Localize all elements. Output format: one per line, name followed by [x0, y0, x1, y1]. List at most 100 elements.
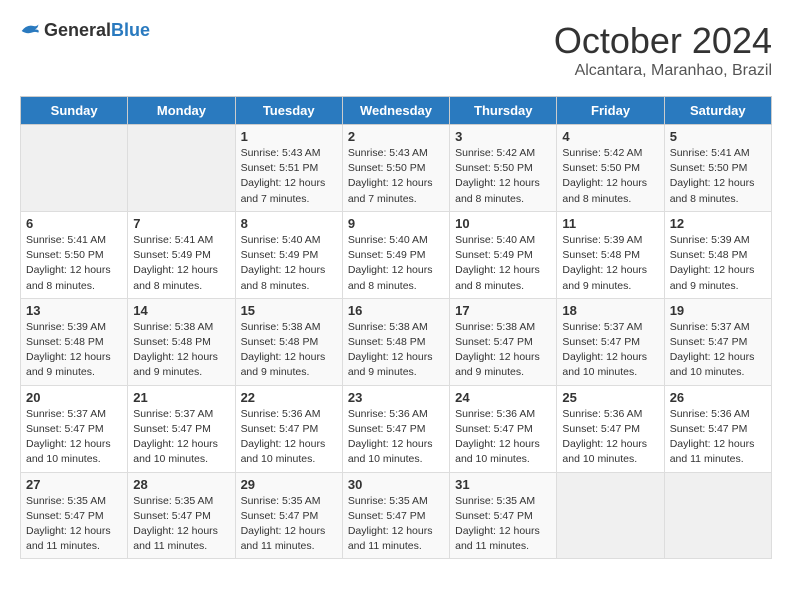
month-title: October 2024: [554, 20, 772, 62]
cell-content: Sunrise: 5:39 AMSunset: 5:48 PMDaylight:…: [670, 233, 766, 294]
cell-content: Sunrise: 5:35 AMSunset: 5:47 PMDaylight:…: [26, 494, 122, 555]
cell-content: Sunrise: 5:38 AMSunset: 5:48 PMDaylight:…: [241, 320, 337, 381]
cell-content: Sunrise: 5:36 AMSunset: 5:47 PMDaylight:…: [670, 407, 766, 468]
day-number: 29: [241, 477, 337, 492]
header-wednesday: Wednesday: [342, 97, 449, 125]
header-thursday: Thursday: [450, 97, 557, 125]
calendar-cell: 22 Sunrise: 5:36 AMSunset: 5:47 PMDayligh…: [235, 385, 342, 472]
day-number: 2: [348, 129, 444, 144]
cell-content: Sunrise: 5:37 AMSunset: 5:47 PMDaylight:…: [133, 407, 229, 468]
day-number: 30: [348, 477, 444, 492]
calendar-cell: 4 Sunrise: 5:42 AMSunset: 5:50 PMDaylight…: [557, 125, 664, 212]
calendar-cell: 7 Sunrise: 5:41 AMSunset: 5:49 PMDaylight…: [128, 211, 235, 298]
cell-content: Sunrise: 5:40 AMSunset: 5:49 PMDaylight:…: [348, 233, 444, 294]
calendar-cell: 18Sunrise: 5:37 AMSunset: 5:47 PMDayligh…: [557, 298, 664, 385]
calendar-cell: 19 Sunrise: 5:37 AMSunset: 5:47 PMDayligh…: [664, 298, 771, 385]
cell-content: Sunrise: 5:37 AMSunset: 5:47 PMDaylight:…: [562, 320, 658, 381]
calendar-cell: 15 Sunrise: 5:38 AMSunset: 5:48 PMDayligh…: [235, 298, 342, 385]
cell-content: Sunrise: 5:42 AMSunset: 5:50 PMDaylight:…: [562, 146, 658, 207]
day-number: 8: [241, 216, 337, 231]
calendar-cell: 10 Sunrise: 5:40 AMSunset: 5:49 PMDayligh…: [450, 211, 557, 298]
cell-content: Sunrise: 5:38 AMSunset: 5:48 PMDaylight:…: [133, 320, 229, 381]
calendar-cell: 14Sunrise: 5:38 AMSunset: 5:48 PMDayligh…: [128, 298, 235, 385]
calendar-cell: 12 Sunrise: 5:39 AMSunset: 5:48 PMDayligh…: [664, 211, 771, 298]
day-number: 5: [670, 129, 766, 144]
calendar-cell: 11 Sunrise: 5:39 AMSunset: 5:48 PMDayligh…: [557, 211, 664, 298]
week-row-3: 13Sunrise: 5:39 AMSunset: 5:48 PMDayligh…: [21, 298, 772, 385]
cell-content: Sunrise: 5:35 AMSunset: 5:47 PMDaylight:…: [133, 494, 229, 555]
cell-content: Sunrise: 5:37 AMSunset: 5:47 PMDaylight:…: [670, 320, 766, 381]
calendar-cell: 20Sunrise: 5:37 AMSunset: 5:47 PMDayligh…: [21, 385, 128, 472]
logo-general: General: [44, 20, 111, 40]
calendar-cell: 31Sunrise: 5:35 AMSunset: 5:47 PMDayligh…: [450, 472, 557, 559]
cell-content: Sunrise: 5:35 AMSunset: 5:47 PMDaylight:…: [348, 494, 444, 555]
header-friday: Friday: [557, 97, 664, 125]
day-number: 7: [133, 216, 229, 231]
location-title: Alcantara, Maranhao, Brazil: [554, 62, 772, 80]
day-number: 11: [562, 216, 658, 231]
calendar-cell: 9 Sunrise: 5:40 AMSunset: 5:49 PMDaylight…: [342, 211, 449, 298]
calendar-cell: 2Sunrise: 5:43 AMSunset: 5:50 PMDaylight…: [342, 125, 449, 212]
day-number: 12: [670, 216, 766, 231]
cell-content: Sunrise: 5:39 AMSunset: 5:48 PMDaylight:…: [562, 233, 658, 294]
page-header: GeneralBlue October 2024 Alcantara, Mara…: [20, 20, 772, 80]
day-number: 21: [133, 390, 229, 405]
calendar-cell: 3Sunrise: 5:42 AMSunset: 5:50 PMDaylight…: [450, 125, 557, 212]
header-saturday: Saturday: [664, 97, 771, 125]
header-row: SundayMondayTuesdayWednesdayThursdayFrid…: [21, 97, 772, 125]
calendar-cell: 24Sunrise: 5:36 AMSunset: 5:47 PMDayligh…: [450, 385, 557, 472]
cell-content: Sunrise: 5:40 AMSunset: 5:49 PMDaylight:…: [241, 233, 337, 294]
day-number: 27: [26, 477, 122, 492]
header-sunday: Sunday: [21, 97, 128, 125]
calendar-cell: [128, 125, 235, 212]
day-number: 25: [562, 390, 658, 405]
cell-content: Sunrise: 5:41 AMSunset: 5:50 PMDaylight:…: [670, 146, 766, 207]
calendar-cell: 28 Sunrise: 5:35 AMSunset: 5:47 PMDayligh…: [128, 472, 235, 559]
cell-content: Sunrise: 5:36 AMSunset: 5:47 PMDaylight:…: [241, 407, 337, 468]
calendar-cell: 25 Sunrise: 5:36 AMSunset: 5:47 PMDayligh…: [557, 385, 664, 472]
header-tuesday: Tuesday: [235, 97, 342, 125]
calendar-cell: 23 Sunrise: 5:36 AMSunset: 5:47 PMDayligh…: [342, 385, 449, 472]
cell-content: Sunrise: 5:36 AMSunset: 5:47 PMDaylight:…: [348, 407, 444, 468]
logo-icon: [20, 21, 40, 41]
calendar-cell: 30 Sunrise: 5:35 AMSunset: 5:47 PMDayligh…: [342, 472, 449, 559]
cell-content: Sunrise: 5:37 AMSunset: 5:47 PMDaylight:…: [26, 407, 122, 468]
day-number: 26: [670, 390, 766, 405]
day-number: 9: [348, 216, 444, 231]
cell-content: Sunrise: 5:43 AMSunset: 5:51 PMDaylight:…: [241, 146, 337, 207]
header-monday: Monday: [128, 97, 235, 125]
day-number: 15: [241, 303, 337, 318]
calendar-cell: 13Sunrise: 5:39 AMSunset: 5:48 PMDayligh…: [21, 298, 128, 385]
calendar-cell: 29 Sunrise: 5:35 AMSunset: 5:47 PMDayligh…: [235, 472, 342, 559]
calendar-cell: 26 Sunrise: 5:36 AMSunset: 5:47 PMDayligh…: [664, 385, 771, 472]
cell-content: Sunrise: 5:42 AMSunset: 5:50 PMDaylight:…: [455, 146, 551, 207]
cell-content: Sunrise: 5:40 AMSunset: 5:49 PMDaylight:…: [455, 233, 551, 294]
day-number: 4: [562, 129, 658, 144]
day-number: 28: [133, 477, 229, 492]
logo: GeneralBlue: [20, 20, 150, 41]
day-number: 10: [455, 216, 551, 231]
day-number: 1: [241, 129, 337, 144]
calendar-cell: [21, 125, 128, 212]
calendar-cell: 1 Sunrise: 5:43 AMSunset: 5:51 PMDaylight…: [235, 125, 342, 212]
day-number: 23: [348, 390, 444, 405]
day-number: 19: [670, 303, 766, 318]
calendar-cell: 16Sunrise: 5:38 AMSunset: 5:48 PMDayligh…: [342, 298, 449, 385]
calendar-cell: 5 Sunrise: 5:41 AMSunset: 5:50 PMDaylight…: [664, 125, 771, 212]
cell-content: Sunrise: 5:39 AMSunset: 5:48 PMDaylight:…: [26, 320, 122, 381]
cell-content: Sunrise: 5:35 AMSunset: 5:47 PMDaylight:…: [241, 494, 337, 555]
cell-content: Sunrise: 5:38 AMSunset: 5:48 PMDaylight:…: [348, 320, 444, 381]
calendar-table: SundayMondayTuesdayWednesdayThursdayFrid…: [20, 96, 772, 559]
calendar-cell: 6Sunrise: 5:41 AMSunset: 5:50 PMDaylight…: [21, 211, 128, 298]
cell-content: Sunrise: 5:36 AMSunset: 5:47 PMDaylight:…: [562, 407, 658, 468]
logo-blue: Blue: [111, 20, 150, 40]
title-area: October 2024 Alcantara, Maranhao, Brazil: [554, 20, 772, 80]
calendar-cell: [664, 472, 771, 559]
day-number: 24: [455, 390, 551, 405]
week-row-2: 6Sunrise: 5:41 AMSunset: 5:50 PMDaylight…: [21, 211, 772, 298]
cell-content: Sunrise: 5:41 AMSunset: 5:49 PMDaylight:…: [133, 233, 229, 294]
day-number: 6: [26, 216, 122, 231]
calendar-cell: 21 Sunrise: 5:37 AMSunset: 5:47 PMDayligh…: [128, 385, 235, 472]
cell-content: Sunrise: 5:38 AMSunset: 5:47 PMDaylight:…: [455, 320, 551, 381]
day-number: 22: [241, 390, 337, 405]
